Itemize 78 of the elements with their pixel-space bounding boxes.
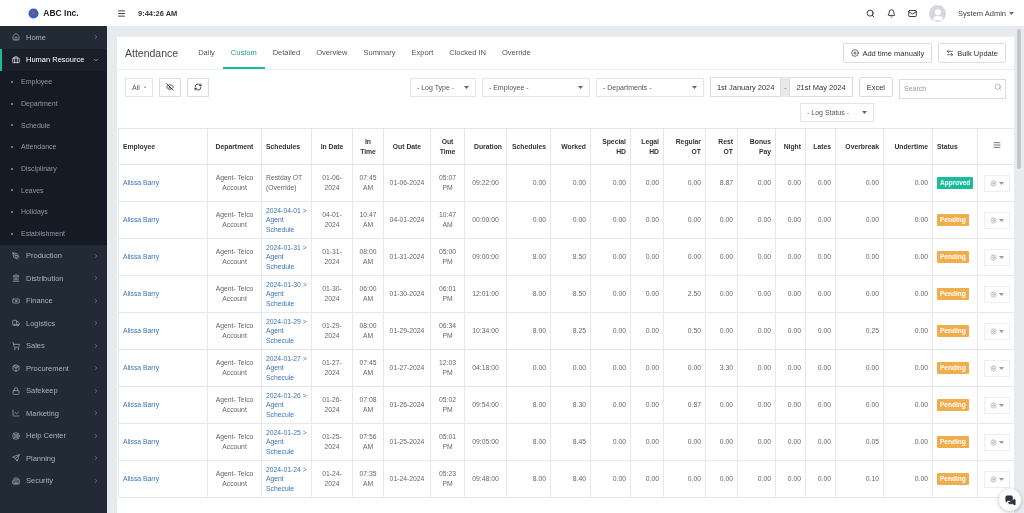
person-icon (930, 7, 945, 22)
row-actions-button[interactable] (983, 396, 1010, 414)
menu-item-icon (12, 431, 20, 440)
caret-icon (998, 218, 1004, 222)
gear-icon (989, 253, 997, 261)
refresh-icon (194, 83, 202, 91)
menu-item-icon (12, 364, 20, 373)
gear-icon (989, 438, 997, 446)
chevron-icon (93, 410, 99, 417)
caret-icon (998, 403, 1004, 407)
caret-icon (1009, 11, 1014, 15)
mail-icon[interactable] (908, 8, 918, 18)
row-actions-button[interactable] (983, 211, 1010, 229)
row-actions-button[interactable] (983, 322, 1010, 340)
menu-item-icon (12, 274, 20, 283)
chevron-icon (93, 275, 99, 282)
gear-icon (989, 475, 997, 483)
chevron-icon (93, 365, 99, 372)
chevron-icon (93, 320, 99, 327)
gear-icon (989, 364, 997, 372)
caret-icon (998, 440, 1004, 444)
gear-icon (989, 327, 997, 335)
chevron-icon (93, 342, 99, 349)
brand-name: ABC Inc. (43, 8, 79, 18)
caret-icon (998, 292, 1004, 296)
chevron-icon (93, 34, 99, 41)
page-title: Attendance (125, 47, 179, 59)
avatar-icon[interactable] (929, 4, 947, 22)
row-actions-button[interactable] (983, 285, 1010, 303)
menu-item-icon (12, 319, 20, 328)
chevron-icon (93, 432, 99, 439)
chevron-icon (93, 455, 99, 462)
menu-icon[interactable] (117, 8, 126, 18)
menu-item-icon (12, 476, 20, 485)
search-icon (994, 83, 1002, 91)
caret-icon (463, 85, 469, 89)
menu-item-icon (12, 251, 20, 260)
bell-icon[interactable] (887, 8, 897, 18)
gear-icon (989, 290, 997, 298)
menu-item-icon (12, 33, 20, 42)
chevron-icon (93, 252, 99, 259)
chevron-icon (93, 387, 99, 394)
menu-item-icon (12, 341, 20, 350)
hide-button[interactable] (159, 77, 181, 97)
chevron-icon (93, 56, 99, 63)
refresh-button[interactable] (187, 77, 209, 97)
gear-icon (989, 401, 997, 409)
caret-icon (998, 255, 1004, 259)
menu-item-icon (12, 386, 20, 395)
menu-item-icon (12, 55, 20, 64)
eye-off-icon (166, 83, 174, 91)
scrollbar[interactable] (1017, 29, 1021, 169)
menu-item-icon (12, 296, 20, 305)
row-actions-button[interactable] (983, 174, 1010, 192)
caret-icon (998, 329, 1004, 333)
menu-item-icon (12, 409, 20, 418)
chevron-icon (93, 477, 99, 484)
caret-icon (998, 366, 1004, 370)
caret-icon (862, 111, 867, 114)
gear-icon (989, 216, 997, 224)
caret-icon (998, 181, 1004, 185)
caret-icon (998, 477, 1004, 481)
row-actions-button[interactable] (983, 433, 1010, 451)
plus-icon (851, 49, 860, 57)
gear-icon (989, 179, 997, 187)
logo-icon (28, 7, 40, 19)
row-actions-button[interactable] (983, 359, 1010, 377)
caret-icon (691, 85, 697, 89)
chevron-icon (93, 297, 99, 304)
caret-icon (143, 85, 146, 89)
caret-icon (577, 85, 583, 89)
chat-icon (1004, 494, 1016, 506)
menu-item-icon (12, 454, 20, 463)
swap-arrows-icon (946, 49, 955, 57)
search-icon[interactable] (866, 8, 876, 18)
chat-button[interactable] (999, 489, 1021, 511)
row-actions-button[interactable] (983, 248, 1010, 266)
column-menu-icon[interactable] (992, 141, 1001, 150)
